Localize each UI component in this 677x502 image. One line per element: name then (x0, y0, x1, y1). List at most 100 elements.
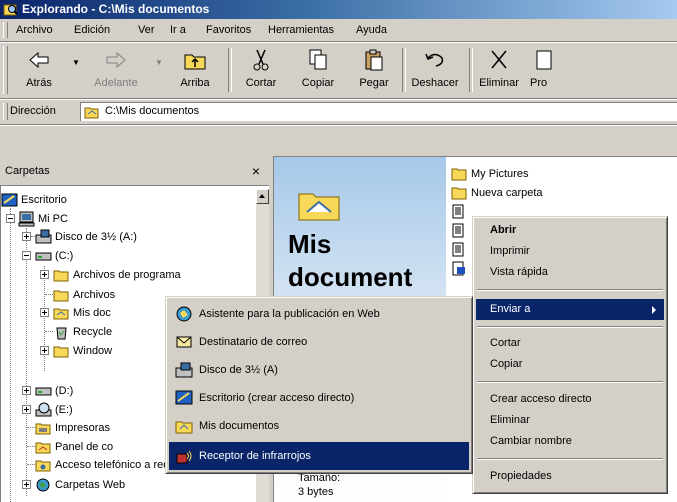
menu-item-copiar[interactable]: Copiar (476, 354, 664, 375)
menu-item-crear-acceso-directo[interactable]: Crear acceso directo (476, 389, 664, 410)
toolbar-grip[interactable] (3, 46, 8, 94)
address-input[interactable]: C:\Mis documentos (80, 102, 677, 121)
collapse-toggle[interactable] (6, 214, 15, 223)
up-label: Arriba (180, 77, 210, 89)
sendto-label: Escritorio (crear acceso directo) (199, 392, 355, 404)
explorer-window-icon (3, 4, 18, 16)
sendto-item-floppy[interactable]: Disco de 3½ (A) (169, 356, 469, 384)
menu-separator (477, 458, 663, 460)
tree-label: Escritorio (21, 194, 67, 206)
file-info: Tamaño: 3 bytes (298, 471, 340, 499)
paste-icon (365, 49, 383, 71)
scroll-up-arrow-icon[interactable] (256, 189, 269, 204)
delete-button[interactable]: Eliminar (472, 44, 526, 96)
menu-item-abrir[interactable]: Abrir (476, 220, 664, 241)
menu-item-cortar[interactable]: Cortar (476, 333, 664, 354)
size-value: 3 bytes (298, 486, 334, 498)
expand-toggle[interactable] (40, 346, 49, 355)
properties-icon (536, 50, 552, 70)
menu-item-eliminar[interactable]: Eliminar (476, 410, 664, 431)
scissors-icon (253, 49, 269, 71)
folders-header: Carpetas × (0, 161, 269, 181)
menu-item-imprimir[interactable]: Imprimir (476, 241, 664, 262)
paste-button[interactable]: Pegar (348, 44, 400, 96)
sendto-item-desktop-shortcut[interactable]: Escritorio (crear acceso directo) (169, 384, 469, 412)
folders-title: Carpetas (5, 165, 50, 177)
sendto-label: Destinatario de correo (199, 336, 308, 348)
close-icon[interactable]: × (248, 161, 264, 181)
up-folder-icon (184, 54, 206, 70)
address-bar: Dirección C:\Mis documentos (0, 99, 677, 125)
expand-toggle[interactable] (22, 232, 31, 241)
folder-title-line1: Mis (288, 229, 332, 259)
back-button[interactable]: Atrás (14, 44, 64, 96)
menu-archivo[interactable]: Archivo (16, 19, 53, 41)
menu-separator (477, 381, 663, 383)
tree-label: Carpetas Web (55, 479, 126, 491)
tree-label: Acceso telefónico a redes (55, 459, 181, 471)
menu-item-label: Enviar a (490, 303, 531, 315)
folder-title-line2: document (288, 262, 413, 292)
sendto-label: Asistente para la publicación en Web (199, 308, 380, 320)
tree-line (44, 266, 45, 371)
menu-ver[interactable]: Ver (138, 19, 155, 41)
dial-up-networking-icon (35, 460, 51, 472)
menu-item-vista-rapida[interactable]: Vista rápida (476, 262, 664, 283)
context-menu: Abrir Imprimir Vista rápida Enviar a Cor… (472, 216, 668, 494)
text-document-icon (452, 223, 464, 238)
forward-dropdown-icon[interactable]: ▼ (155, 59, 164, 67)
menu-herramientas[interactable]: Herramientas (268, 19, 334, 41)
menu-edicion[interactable]: Edición (74, 19, 110, 41)
web-publishing-wizard-icon (176, 306, 192, 322)
tree-label: Recycle (73, 326, 113, 338)
menu-ayuda[interactable]: Ayuda (356, 19, 387, 41)
properties-label: Pro (530, 77, 548, 89)
menu-bar: Archivo Edición Ver Ir a Favoritos Herra… (0, 19, 677, 42)
sendto-item-mail-recipient[interactable]: Destinatario de correo (169, 328, 469, 356)
cd-drive-icon (35, 402, 52, 417)
copy-button[interactable]: Copiar (290, 44, 346, 96)
menubar-grip[interactable] (3, 22, 8, 38)
address-label: Dirección (10, 105, 56, 117)
back-dropdown-icon[interactable]: ▼ (72, 59, 81, 67)
menu-item-cambiar-nombre[interactable]: Cambiar nombre (476, 431, 664, 452)
file-label: My Pictures (471, 168, 529, 180)
tree-label: Window (73, 345, 113, 357)
my-documents-folder-icon (175, 421, 193, 434)
text-document-icon (452, 242, 464, 257)
addressbar-grip[interactable] (3, 103, 8, 120)
expand-toggle[interactable] (40, 270, 49, 279)
folder-icon (451, 168, 467, 181)
expand-toggle[interactable] (22, 386, 31, 395)
menu-favoritos[interactable]: Favoritos (206, 19, 251, 41)
menu-item-enviar-a[interactable]: Enviar a (476, 299, 664, 320)
paste-label: Pegar (359, 77, 389, 89)
tree-label: Mis doc (73, 307, 111, 319)
desktop-icon (1, 193, 18, 207)
toolbar-separator (228, 48, 232, 92)
forward-label: Adelante (94, 77, 138, 89)
expand-toggle[interactable] (22, 480, 31, 489)
undo-button[interactable]: Deshacer (404, 44, 466, 96)
control-panel-icon (35, 442, 51, 454)
cut-button[interactable]: Cortar (234, 44, 288, 96)
submenu-arrow-icon (652, 306, 656, 314)
properties-button[interactable]: Pro (528, 44, 558, 96)
expand-toggle[interactable] (22, 405, 31, 414)
copy-icon (309, 49, 327, 70)
forward-button[interactable]: Adelante (86, 44, 146, 96)
expand-toggle[interactable] (40, 308, 49, 317)
menu-item-propiedades[interactable]: Propiedades (476, 466, 664, 487)
text-document-icon (452, 204, 464, 219)
folder-icon (53, 290, 69, 302)
menu-ir-a[interactable]: Ir a (170, 19, 186, 41)
sendto-item-mis-documentos[interactable]: Mis documentos (169, 412, 469, 440)
up-button[interactable]: Arriba (168, 44, 222, 96)
back-arrow-icon (29, 51, 49, 69)
sendto-item-web-publishing[interactable]: Asistente para la publicación en Web (169, 300, 469, 328)
sendto-item-infrared[interactable]: Receptor de infrarrojos (169, 442, 469, 470)
collapse-toggle[interactable] (22, 251, 31, 260)
tree-label: Impresoras (55, 422, 111, 434)
tree-line (45, 331, 53, 332)
delete-x-icon (491, 50, 507, 69)
